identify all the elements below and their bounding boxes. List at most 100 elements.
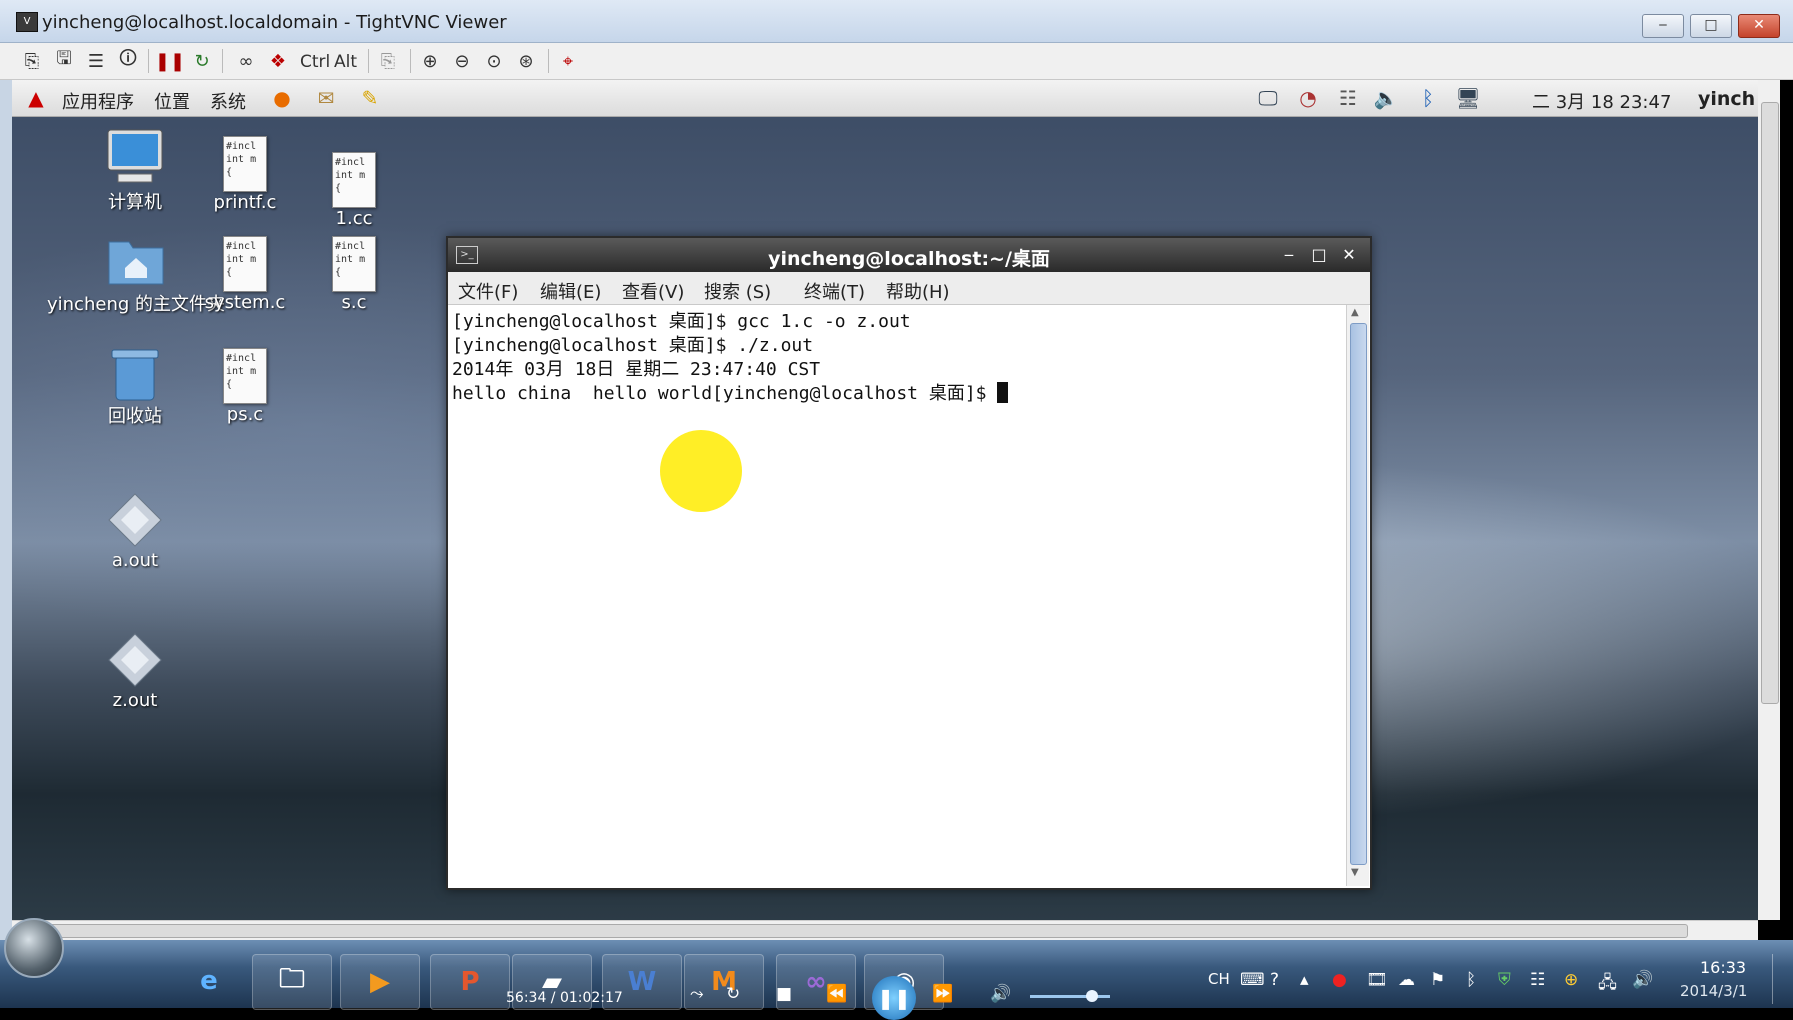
help-icon[interactable]: ? [1270, 970, 1279, 990]
system-date[interactable]: 2014/3/1 [1680, 982, 1747, 1000]
fullscreen-icon[interactable]: ⌖ [556, 49, 580, 73]
tray-expand-icon[interactable]: ▴ [1300, 970, 1309, 990]
vnc-vertical-scrollbar[interactable] [1758, 80, 1780, 920]
volume-icon[interactable]: 🔈 [1372, 85, 1400, 111]
menu-edit[interactable]: 编辑(E) [540, 278, 601, 304]
new-connection-icon[interactable]: ⎘ [20, 49, 44, 73]
vnc-horizontal-scroll-thumb[interactable] [16, 924, 1688, 938]
menu-file[interactable]: 文件(F) [458, 278, 518, 304]
menu-search[interactable]: 搜索 (S) [704, 278, 771, 304]
action-center-flag-icon[interactable]: ⚑ [1430, 970, 1445, 990]
trash-icon [104, 342, 166, 402]
powerpoint-icon[interactable]: P [430, 954, 510, 1010]
save-icon[interactable]: 🖫 [52, 48, 76, 73]
network-icon[interactable]: ☷ [1334, 85, 1362, 111]
menu-view[interactable]: 查看(V) [622, 278, 684, 304]
internet-explorer-icon[interactable]: e [170, 954, 248, 1008]
close-button[interactable]: ✕ [1738, 14, 1780, 38]
scroll-down-icon[interactable]: ▼ [1351, 867, 1359, 878]
windows-key-icon[interactable]: ❖ [266, 49, 290, 73]
menu-terminal[interactable]: 终端(T) [804, 278, 865, 304]
tray-plus-icon[interactable]: ⊕ [1564, 970, 1578, 990]
tray-bluetooth-icon[interactable]: ᛒ [1466, 970, 1476, 990]
security-icon[interactable]: ⛨ [1498, 970, 1511, 990]
desktop-icon-system-c[interactable]: #incl int m { system.c [185, 236, 305, 313]
zoom-out-icon[interactable]: ⊖ [450, 49, 474, 73]
tray-network-icon[interactable]: 🖧 [1598, 970, 1617, 999]
clipboard-icon[interactable]: ⎘ [376, 49, 400, 73]
desktop-icon-a-out[interactable]: a.out [75, 490, 195, 571]
panel-clock[interactable]: 二 3月 18 23:47 [1532, 88, 1671, 114]
zoom-in-icon[interactable]: ⊕ [418, 49, 442, 73]
system-menu[interactable]: 系统 [210, 88, 246, 114]
text-cursor [997, 382, 1009, 403]
terminal-window[interactable]: >_ yincheng@localhost:~/桌面 ‒ □ ✕ 文件(F) 编… [446, 236, 1372, 890]
mail-icon[interactable]: ✉ [312, 85, 340, 111]
start-button[interactable] [4, 918, 64, 978]
scroll-up-icon[interactable]: ▲ [1351, 307, 1359, 318]
desktop-icon-z-out[interactable]: z.out [75, 630, 195, 711]
film-icon[interactable]: 🎞 [1366, 970, 1388, 990]
terminal-close-icon[interactable]: ✕ [1338, 244, 1360, 266]
user-name[interactable]: yinch [1698, 88, 1755, 110]
player-next-icon[interactable]: ⏩ [932, 984, 953, 1004]
info-icon[interactable]: 🛈 [116, 48, 140, 73]
monitor-icon[interactable]: 🖵 [1254, 85, 1282, 111]
alt-key-button[interactable]: Alt [334, 52, 357, 72]
vnc-vertical-scroll-thumb[interactable] [1761, 102, 1779, 704]
desktop-icon-1-cc[interactable]: #incl int m { 1.cc [294, 152, 414, 229]
tray-app-icon[interactable]: ☷ [1530, 970, 1545, 990]
refresh-icon[interactable]: ↻ [190, 49, 214, 73]
maximize-button[interactable]: □ [1690, 14, 1732, 38]
terminal-maximize-icon[interactable]: □ [1308, 244, 1330, 266]
player-repeat-icon[interactable]: ↻ [726, 984, 740, 1004]
terminal-scrollbar[interactable]: ▲ ▼ [1346, 305, 1369, 886]
keyboard-icon[interactable]: ⌨ [1240, 970, 1265, 990]
redhat-icon[interactable]: ▲ [22, 85, 50, 111]
notes-icon[interactable]: ✎ [356, 85, 384, 111]
system-time[interactable]: 16:33 [1700, 958, 1746, 977]
ctrl-key-button[interactable]: Ctrl [300, 52, 330, 72]
terminal-titlebar[interactable]: >_ yincheng@localhost:~/桌面 ‒ □ ✕ [448, 238, 1370, 272]
cloud-icon[interactable]: ☁ [1398, 970, 1415, 990]
desktop-icon-computer[interactable]: 计算机 [75, 128, 195, 214]
desktop-icon-printf-c[interactable]: #incl int m { printf.c [185, 136, 305, 213]
minimize-button[interactable]: ‒ [1642, 14, 1684, 38]
terminal-title: yincheng@localhost:~/桌面 [768, 248, 1050, 270]
player-prev-icon[interactable]: ⏪ [826, 984, 847, 1004]
vnc-horizontal-scrollbar[interactable] [12, 920, 1758, 941]
update-icon[interactable]: ◔ [1294, 85, 1322, 111]
menu-help[interactable]: 帮助(H) [886, 278, 950, 304]
player-volume-icon[interactable]: 🔊 [990, 984, 1011, 1004]
tray-volume-icon[interactable]: 🔊 [1632, 970, 1653, 990]
terminal-output[interactable]: [yincheng@localhost 桌面]$ gcc 1.c -o z.ou… [448, 305, 1346, 885]
desktop-icon-trash[interactable]: 回收站 [75, 342, 195, 428]
language-indicator[interactable]: CH [1208, 970, 1230, 988]
bluetooth-icon[interactable]: ᛒ [1414, 85, 1442, 111]
media-player-icon[interactable]: ▶ [340, 954, 420, 1010]
options-icon[interactable]: ☰ [84, 49, 108, 73]
desktop-icon-ps-c[interactable]: #incl int m { ps.c [185, 348, 305, 425]
file-preview-line: #incl [335, 157, 366, 168]
player-shuffle-icon[interactable]: ⤳ [690, 984, 704, 1004]
places-menu[interactable]: 位置 [154, 88, 190, 114]
applications-menu[interactable]: 应用程序 [62, 88, 134, 114]
zoom-fit-icon[interactable]: ⊛ [514, 49, 538, 73]
player-volume-knob[interactable] [1086, 990, 1098, 1002]
pause-icon[interactable]: ❚❚ [155, 49, 185, 73]
toolbar-separator [410, 49, 411, 73]
player-pause-icon[interactable]: ❚❚ [872, 976, 916, 1020]
firefox-icon[interactable]: ● [268, 85, 296, 111]
ctrl-alt-del-icon[interactable]: ∞ [234, 49, 258, 73]
display-icon[interactable]: 🖥 [1454, 85, 1482, 111]
record-icon[interactable]: ● [1332, 970, 1347, 990]
zoom-100-icon[interactable]: ⊙ [482, 49, 506, 73]
desktop-icon-s-c[interactable]: #incl int m { s.c [294, 236, 414, 313]
player-stop-icon[interactable]: ■ [776, 984, 792, 1004]
show-desktop-button[interactable] [1772, 954, 1791, 1004]
player-volume-slider[interactable] [1030, 995, 1110, 998]
file-explorer-icon[interactable]: 🗀 [252, 954, 332, 1010]
file-preview-line: int m [335, 170, 366, 181]
terminal-scroll-thumb[interactable] [1350, 323, 1367, 865]
terminal-minimize-icon[interactable]: ‒ [1278, 244, 1300, 266]
